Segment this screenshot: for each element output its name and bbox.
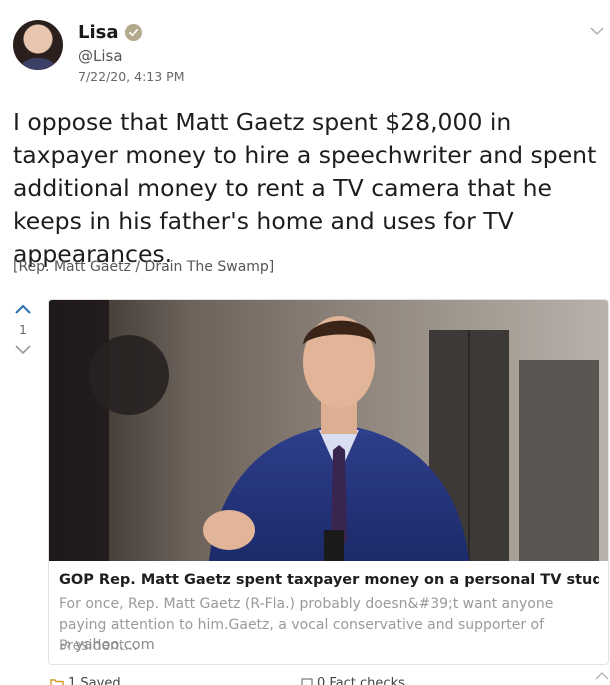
avatar[interactable] <box>13 20 63 70</box>
vote-column: 1 <box>8 300 38 361</box>
downvote-chevron-icon[interactable] <box>8 341 38 361</box>
verified-check-icon <box>124 24 142 41</box>
chevron-down-icon[interactable] <box>588 24 606 38</box>
folder-icon <box>50 678 64 685</box>
link-card-title[interactable]: GOP Rep. Matt Gaetz spent taxpayer money… <box>59 572 599 588</box>
link-preview-card[interactable]: GOP Rep. Matt Gaetz spent taxpayer money… <box>48 299 609 665</box>
saved-label: 1 Saved <box>68 676 121 685</box>
saved-button[interactable]: 1 Saved <box>50 676 121 685</box>
link-card-domain[interactable]: yahoo.com <box>59 637 155 653</box>
expand-chevron-icon[interactable] <box>594 670 610 682</box>
author-display-name[interactable]: Lisa <box>78 22 119 43</box>
checkbox-icon <box>301 677 313 685</box>
post-card: Lisa @Lisa 7/22/20, 4:13 PM I oppose tha… <box>0 0 610 685</box>
fact-checks-button[interactable]: 0 Fact checks <box>301 676 405 685</box>
link-preview-image[interactable] <box>49 300 609 561</box>
author-handle[interactable]: @Lisa <box>78 47 123 65</box>
link-card-domain-text: yahoo.com <box>75 637 155 653</box>
post-text: I oppose that Matt Gaetz spent $28,000 i… <box>13 108 597 268</box>
upvote-chevron-icon[interactable] <box>8 300 38 320</box>
author-name-row: Lisa <box>78 22 142 43</box>
post-timestamp[interactable]: 7/22/20, 4:13 PM <box>78 69 185 84</box>
link-icon <box>60 641 71 649</box>
source-tag: [Rep. Matt Gaetz / Drain The Swamp] <box>13 259 275 275</box>
post-footer: 1 Saved 0 Fact checks <box>48 672 610 685</box>
fact-checks-label: 0 Fact checks <box>317 676 405 685</box>
vote-count: 1 <box>19 323 27 337</box>
